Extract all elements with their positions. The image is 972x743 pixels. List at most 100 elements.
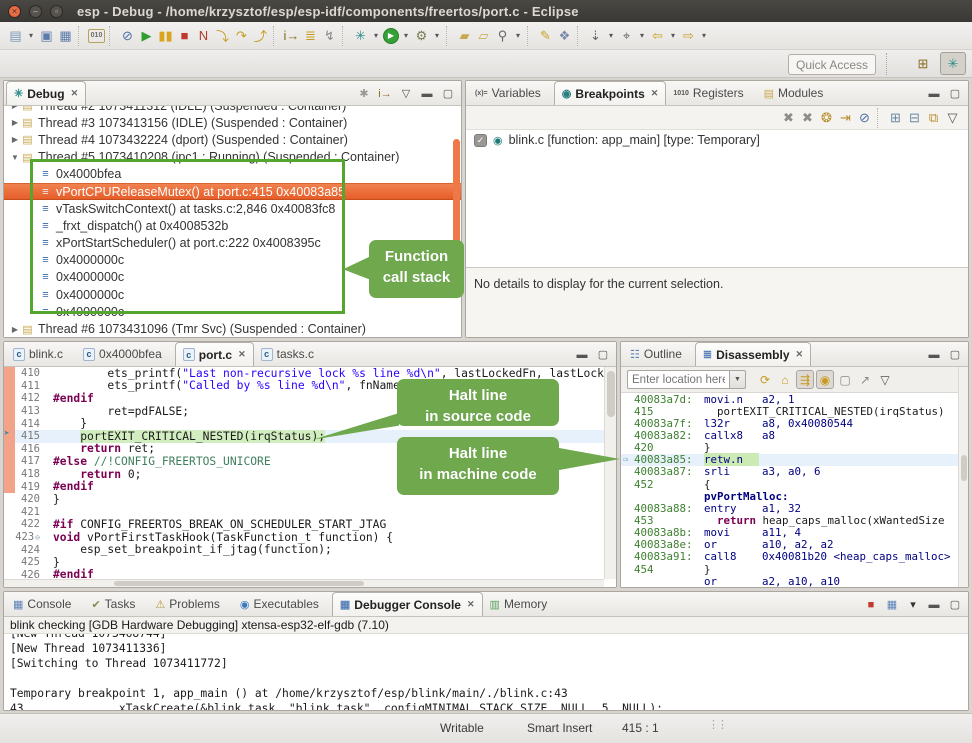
save-all-icon[interactable]: ▦ xyxy=(57,26,74,46)
show-breakpoints-for-icon[interactable]: ❂ xyxy=(818,108,835,128)
view-tab[interactable]: ✔ Tasks xyxy=(84,592,148,616)
back-dropdown-icon[interactable]: ▾ xyxy=(668,26,678,46)
breakpoint-row[interactable]: ✓ ◉ blink.c [function: app_main] [type: … xyxy=(466,130,968,150)
code-line[interactable]: ➤ 419 #endif xyxy=(4,480,616,493)
disassembly-row[interactable]: 415 portEXIT_CRITICAL_NESTED(irqStatus) xyxy=(621,405,968,417)
debug-tree-row[interactable]: ≡ 0x4000000c xyxy=(4,252,461,269)
search-icon[interactable]: ⚲ xyxy=(494,26,511,46)
toolbar-icon[interactable] xyxy=(109,26,114,46)
breakpoint-checkbox[interactable]: ✓ xyxy=(474,134,487,147)
debug-tree-row[interactable]: ≡ 0x4000000c xyxy=(4,303,461,320)
editor-tab[interactable]: c tasks.c xyxy=(254,342,327,366)
sync-with-stack-frame-icon[interactable]: ⇶ xyxy=(796,370,814,389)
toolbar-icon[interactable] xyxy=(273,26,278,46)
go-to-file-for-breakpoint-icon[interactable]: ⇥ xyxy=(837,108,854,128)
code-line[interactable]: ➤ 415 portEXIT_CRITICAL_NESTED(irqStatus… xyxy=(4,430,616,443)
code-line[interactable]: ➤ 411 ets_printf("Called by %s line %d\n… xyxy=(4,380,616,393)
save-icon[interactable]: ▣ xyxy=(38,26,55,46)
toolbar-icon[interactable] xyxy=(78,26,83,46)
resume-icon[interactable]: ▶ xyxy=(138,26,155,46)
open-new-view-icon[interactable]: ▢ xyxy=(836,370,854,389)
collapse-all-icon[interactable]: ⊟ xyxy=(906,108,923,128)
skip-all-breakpoints-icon[interactable]: ⊘ xyxy=(119,26,136,46)
view-menu-icon[interactable]: ▽ xyxy=(397,85,415,103)
debug-tree-row[interactable]: ≡ 0x4000bfea xyxy=(4,166,461,183)
location-input[interactable] xyxy=(627,370,729,389)
code-line[interactable]: ➤ 420 } xyxy=(4,493,616,506)
code-line[interactable]: ➤ 413 ret=pdFALSE; xyxy=(4,405,616,418)
code-editor[interactable]: ➤ 410 ets_printf("Last non-recursive loc… xyxy=(4,367,616,587)
disassembly-scrollbar[interactable] xyxy=(958,367,968,587)
last-edit-dropdown-icon[interactable]: ▾ xyxy=(606,26,616,46)
debug-tree-row[interactable]: ≡ 0x4000000c xyxy=(4,269,461,286)
debug-tree-row[interactable]: ≡ 0x4000000c xyxy=(4,286,461,303)
debug-tree-row[interactable]: ▶ ▤ Thread #3 1073413156 (IDLE) (Suspend… xyxy=(4,114,461,131)
go-to-line-dropdown-icon[interactable]: ▾ xyxy=(637,26,647,46)
run-dropdown-icon[interactable]: ▾ xyxy=(401,26,411,46)
forward-icon[interactable]: ⇨ xyxy=(680,26,697,46)
debug-tree-row[interactable]: ▶ ▤ Thread #2 1073411312 (IDLE) (Suspend… xyxy=(4,106,461,114)
debug-perspective-icon[interactable]: ✳ xyxy=(940,52,966,75)
new-dropdown-icon[interactable]: ▾ xyxy=(26,26,36,46)
code-line[interactable]: ➤ 425 } xyxy=(4,556,616,569)
code-line[interactable]: ➤ 416 return ret; xyxy=(4,443,616,456)
toolbar-icon[interactable] xyxy=(446,26,451,46)
editor-vscrollbar[interactable] xyxy=(604,367,616,579)
code-line[interactable]: ➤ 422 #if CONFIG_FREERTOS_BREAK_ON_SCHED… xyxy=(4,518,616,531)
disassembly-row[interactable]: 40083a8b: movia11, 4 xyxy=(621,527,968,539)
view-tab[interactable]: ▦ Console xyxy=(6,592,84,616)
annotations-icon[interactable]: ❖ xyxy=(556,26,573,46)
quick-access-box[interactable]: Quick Access xyxy=(788,54,876,75)
close-tab-icon[interactable]: ✕ xyxy=(796,349,804,360)
track-expression-icon[interactable]: ◉ xyxy=(816,370,834,389)
open-console-dropdown-icon[interactable]: ▾ xyxy=(904,596,922,614)
debug-scrollbar[interactable] xyxy=(453,139,460,291)
code-line[interactable]: ➤ 417 #else //!CONFIG_FREERTOS_UNICORE xyxy=(4,455,616,468)
code-line[interactable]: ➤ 423 void vPortFirstTaskHook(TaskFuncti… xyxy=(4,531,616,544)
search-dropdown-icon[interactable]: ▾ xyxy=(513,26,523,46)
disassembly-row[interactable]: 452 { xyxy=(621,478,968,490)
maximize-icon[interactable]: ▢ xyxy=(439,85,457,103)
window-close-icon[interactable]: ✕ xyxy=(8,5,21,18)
forward-dropdown-icon[interactable]: ▾ xyxy=(699,26,709,46)
location-dropdown-icon[interactable]: ▼ xyxy=(729,370,746,389)
minimize-icon[interactable]: ▬ xyxy=(573,346,591,364)
disassembly-row[interactable]: ora2, a10, a10 xyxy=(621,575,968,587)
editor-hscrollbar[interactable] xyxy=(4,579,604,587)
terminate-icon[interactable]: ■ xyxy=(176,26,193,46)
close-tab-icon[interactable]: ✕ xyxy=(71,88,79,99)
disassembly-row[interactable]: 454 } xyxy=(621,563,968,575)
debug-tree-row[interactable]: ≡ _frxt_dispatch() at 0x4008532b xyxy=(4,217,461,234)
step-over-icon[interactable]: ↷ xyxy=(233,26,250,46)
minimize-icon[interactable]: ▬ xyxy=(418,85,436,103)
code-line[interactable]: ➤ 412 #endif xyxy=(4,392,616,405)
disassembly-listing[interactable]: 40083a7d: movi.na2, 1 415 portEXIT_CRITI… xyxy=(621,393,968,587)
debug-dropdown-icon[interactable]: ▾ xyxy=(371,26,381,46)
remove-all-terminated-icon[interactable]: ✱ xyxy=(355,85,373,103)
new-wizard-icon[interactable]: ▤ xyxy=(7,26,24,46)
remove-breakpoint-icon[interactable]: ✖ xyxy=(780,108,797,128)
debug-tree-row[interactable]: ▶ ▤ Thread #6 1073431096 (Tmr Svc) (Susp… xyxy=(4,320,461,337)
toolbar-icon[interactable] xyxy=(527,26,532,46)
expander-icon[interactable]: ▶ xyxy=(10,135,20,144)
code-line[interactable]: ➤ 410 ets_printf("Last non-recursive loc… xyxy=(4,367,616,380)
remove-all-breakpoints-icon[interactable]: ✖ xyxy=(799,108,816,128)
export-icon[interactable]: ↗ xyxy=(856,370,874,389)
window-maximize-icon[interactable]: ▫ xyxy=(50,5,63,18)
refresh-view-icon[interactable]: ⟳ xyxy=(756,370,774,389)
run-icon[interactable]: ▶ xyxy=(383,28,399,44)
expander-icon[interactable]: ▶ xyxy=(10,118,20,127)
skip-all-breakpoints-icon[interactable]: ⊘ xyxy=(856,108,873,128)
debug-icon[interactable]: ✳ xyxy=(352,26,369,46)
disconnect-icon[interactable]: N xyxy=(195,26,212,46)
view-tab[interactable]: ☷ Outline xyxy=(623,342,695,366)
code-line[interactable]: ➤ 418 return 0; xyxy=(4,468,616,481)
minimize-icon[interactable]: ▬ xyxy=(925,85,943,103)
close-tab-icon[interactable]: ✕ xyxy=(238,349,246,360)
disassembly-row[interactable]: 40083a8e: ora10, a2, a2 xyxy=(621,539,968,551)
view-tab[interactable]: (x)= Variables xyxy=(468,81,554,105)
maximize-icon[interactable]: ▢ xyxy=(946,85,964,103)
tab-debug[interactable]: ✳ Debug ✕ xyxy=(6,81,86,105)
code-line[interactable]: ➤ 421 xyxy=(4,506,616,519)
disassembly-row[interactable]: 453 return heap_caps_malloc(xWantedSize xyxy=(621,514,968,526)
